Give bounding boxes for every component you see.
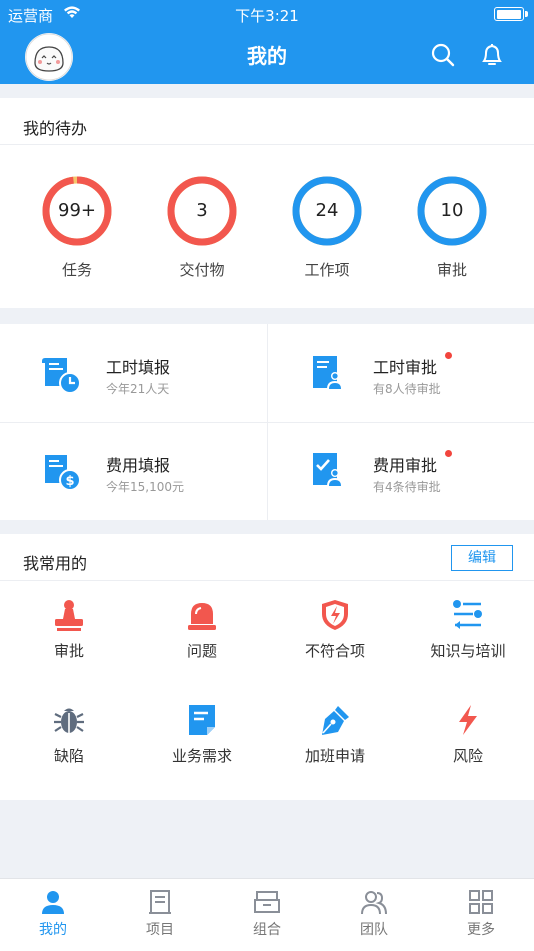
tile-subtitle: 有8人待审批 [373,382,441,396]
favorite-item[interactable]: 缺陷 [2,703,136,766]
favorite-item[interactable]: 不符合项 [268,598,402,661]
tab-user[interactable]: 我的 [0,879,106,951]
favorite-label: 风险 [452,747,483,765]
expense-approval-icon [307,449,349,495]
tab-label: 我的 [39,922,67,938]
todo-label: 交付物 [179,261,225,279]
favorite-item[interactable]: 业务需求 [135,703,269,766]
svg-text:$: $ [65,474,74,489]
todo-count: 24 [315,200,339,221]
shield-icon [268,598,402,632]
quick-tiles-card: 工时填报 今年21人天 工时审批 有8人待审批 $ 费用填报 今年15,100元 费用审批 有4… [0,324,534,520]
tile-subtitle: 有4条待审批 [373,480,441,494]
tile-title: 工时审批 [373,358,438,377]
portfolio-icon [214,888,320,916]
status-bar: 运营商 下午3:21 [0,0,534,28]
tab-grid[interactable]: 更多 [428,879,534,951]
tile-title: 工时填报 [106,358,171,377]
grid-icon [428,888,534,916]
tile-subtitle: 今年15,100元 [106,480,184,494]
todo-label: 工作项 [304,261,350,279]
bell-icon[interactable] [479,42,505,68]
favorite-label: 不符合项 [304,642,365,660]
battery-icon [494,7,528,21]
notification-dot [445,352,452,359]
tab-label: 更多 [467,922,495,938]
favorite-label: 问题 [186,642,217,660]
tab-label: 项目 [146,922,174,938]
favorite-item[interactable]: 审批 [2,598,136,661]
notification-dot [445,450,452,457]
lightning-icon [401,703,534,737]
favorite-label: 知识与培训 [430,642,506,660]
status-time: 下午3:21 [235,7,299,25]
pen-nib-icon [268,703,402,737]
todo-label: 任务 [61,261,92,279]
tab-label: 组合 [253,922,281,938]
timesheet-icon [41,352,83,398]
favorite-label: 审批 [53,642,84,660]
favorite-label: 缺陷 [53,747,84,765]
tab-bar: 我的 项目 组合 团队 更多 [0,878,534,951]
tile-1[interactable]: 工时审批有8人待审批 [267,324,534,422]
stamp-icon [2,598,136,632]
tile-3[interactable]: 费用审批有4条待审批 [267,422,534,520]
tile-0[interactable]: 工时填报今年21人天 [0,324,267,422]
search-icon[interactable] [430,42,456,68]
favorite-item[interactable]: 加班申请 [268,703,402,766]
todo-count: 10 [440,200,464,221]
favorite-label: 加班申请 [304,747,365,765]
favorite-label: 业务需求 [171,747,232,765]
tab-portfolio[interactable]: 组合 [214,879,320,951]
user-icon [0,888,106,916]
alarm-light-icon [135,598,269,632]
team-icon [321,888,427,916]
todo-title: 我的待办 [23,119,88,138]
tile-2[interactable]: $ 费用填报今年15,100元 [0,422,267,520]
edit-button[interactable]: 编辑 [451,545,513,571]
bug-icon [2,703,136,737]
favorite-item[interactable]: 风险 [401,703,534,766]
favorite-item[interactable]: 问题 [135,598,269,661]
expense-icon: $ [41,449,83,495]
tile-title: 费用审批 [373,456,438,475]
divider [0,144,534,145]
todo-card: 我的待办 99+ 任务 3 交付物 24 工作项 10 审批 [0,98,534,308]
todo-count: 3 [196,200,208,221]
tile-title: 费用填报 [106,456,171,475]
sliders-icon [401,598,534,632]
favorite-item[interactable]: 知识与培训 [401,598,534,661]
tab-project[interactable]: 项目 [107,879,213,951]
favorites-title: 我常用的 [23,554,88,573]
tab-label: 团队 [360,922,388,938]
tab-team[interactable]: 团队 [321,879,427,951]
document-icon [135,703,269,737]
tile-subtitle: 今年21人天 [106,382,170,396]
project-icon [107,888,213,916]
todo-label: 审批 [436,261,467,279]
todo-count: 99+ [58,200,96,221]
app-header: 运营商 下午3:21 我的 [0,0,534,84]
timesheet-approval-icon [307,352,349,398]
divider [0,580,534,581]
